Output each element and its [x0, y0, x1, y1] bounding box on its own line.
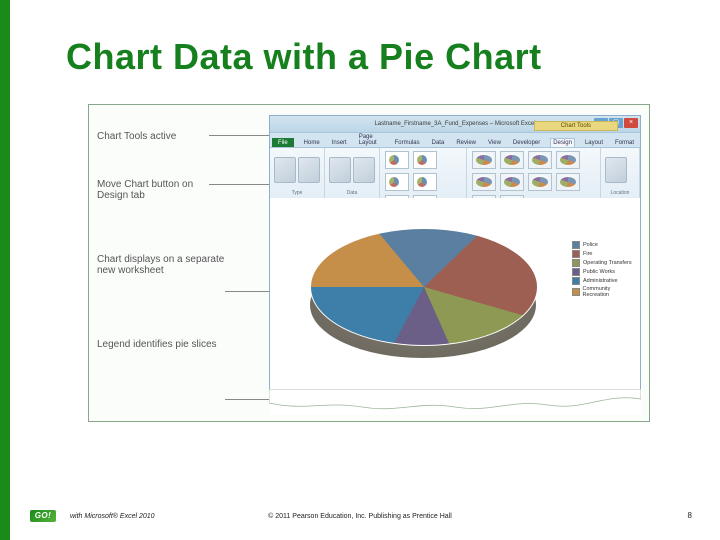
legend-item: Fire — [572, 250, 634, 258]
chart-layout-thumb[interactable] — [385, 151, 409, 169]
chart-style-thumb[interactable] — [472, 173, 496, 191]
tab-developer[interactable]: Developer — [511, 139, 542, 147]
ribbon: Type Data Chart Layouts — [270, 148, 640, 199]
legend-label: Police — [583, 242, 598, 248]
save-as-template-button[interactable] — [298, 157, 320, 183]
legend-swatch — [572, 259, 580, 267]
tab-view[interactable]: View — [486, 139, 503, 147]
tab-format[interactable]: Format — [613, 139, 636, 147]
legend-label: Operating Transfers — [583, 260, 632, 266]
chart-layout-thumb[interactable] — [413, 173, 437, 191]
tab-design[interactable]: Design — [550, 138, 575, 147]
close-button[interactable]: × — [624, 118, 638, 128]
legend-swatch — [572, 268, 580, 276]
pie-top-face — [310, 228, 538, 346]
callout-legend: Legend identifies pie slices — [97, 339, 225, 351]
torn-edge-graphic — [269, 389, 641, 415]
slide-title: Chart Data with a Pie Chart — [66, 36, 542, 78]
tab-home[interactable]: Home — [302, 139, 322, 147]
legend-label: Administrative — [583, 278, 618, 284]
legend-swatch — [572, 250, 580, 258]
chart-legend[interactable]: Police Fire Operating Transfers Public W… — [570, 238, 636, 301]
file-tab[interactable]: File — [272, 138, 294, 147]
chart-style-thumb[interactable] — [528, 151, 552, 169]
ribbon-group-styles: Chart Styles — [467, 148, 601, 198]
legend-item: Administrative — [572, 277, 634, 285]
callout-chart-on-sheet: Chart displays on a separate new workshe… — [97, 254, 225, 277]
footer-copyright: © 2011 Pearson Education, Inc. Publishin… — [0, 513, 720, 520]
chart-style-thumb[interactable] — [500, 173, 524, 191]
tab-review[interactable]: Review — [454, 139, 478, 147]
ribbon-group-location: Location — [601, 148, 640, 198]
change-chart-type-button[interactable] — [274, 157, 296, 183]
ribbon-group-label: Data — [329, 190, 375, 196]
slide-accent-bar — [0, 0, 10, 540]
callout-list: Chart Tools active Move Chart button on … — [97, 125, 267, 386]
tab-layout[interactable]: Layout — [583, 139, 605, 147]
excel-window: Lastname_Firstname_3A_Fund_Expenses – Mi… — [269, 115, 641, 391]
callout-chart-tools: Chart Tools active — [97, 131, 225, 143]
chart-style-thumb[interactable] — [528, 173, 552, 191]
callout-move-chart: Move Chart button on Design tab — [97, 179, 225, 202]
legend-item: Operating Transfers — [572, 259, 634, 267]
legend-swatch — [572, 288, 580, 296]
legend-swatch — [572, 277, 580, 285]
tab-insert[interactable]: Insert — [330, 139, 349, 147]
chart-layout-thumb[interactable] — [385, 173, 409, 191]
tab-formulas[interactable]: Formulas — [393, 139, 422, 147]
legend-item: Community Recreation — [572, 286, 634, 298]
ribbon-group-label: Location — [605, 190, 635, 196]
legend-label: Public Works — [583, 269, 615, 275]
ribbon-group-type: Type — [270, 148, 325, 198]
chart-layout-thumb[interactable] — [413, 151, 437, 169]
window-title-text: Lastname_Firstname_3A_Fund_Expenses – Mi… — [374, 121, 535, 127]
legend-item: Police — [572, 241, 634, 249]
move-chart-button[interactable] — [605, 157, 627, 183]
chart-style-thumb[interactable] — [500, 151, 524, 169]
pie-chart[interactable] — [310, 228, 536, 358]
ribbon-group-label: Type — [274, 190, 320, 196]
chart-style-thumb[interactable] — [556, 151, 580, 169]
contextual-tools-badge: Chart Tools — [534, 121, 618, 131]
chart-style-thumb[interactable] — [472, 151, 496, 169]
legend-label: Fire — [583, 251, 592, 257]
figure-container: Chart Tools active Move Chart button on … — [88, 104, 650, 422]
tab-page-layout[interactable]: Page Layout — [357, 133, 385, 147]
chart-style-thumb[interactable] — [556, 173, 580, 191]
ribbon-tabs: Chart Tools File Home Insert Page Layout… — [270, 133, 640, 148]
ribbon-group-data: Data — [325, 148, 380, 198]
legend-swatch — [572, 241, 580, 249]
select-data-button[interactable] — [353, 157, 375, 183]
ribbon-group-layouts: Chart Layouts — [380, 148, 467, 198]
legend-label: Community Recreation — [583, 286, 634, 298]
tab-data[interactable]: Data — [430, 139, 447, 147]
footer-page-number: 8 — [688, 511, 692, 520]
switch-row-col-button[interactable] — [329, 157, 351, 183]
legend-item: Public Works — [572, 268, 634, 276]
chart-sheet[interactable]: Police Fire Operating Transfers Public W… — [270, 198, 640, 390]
